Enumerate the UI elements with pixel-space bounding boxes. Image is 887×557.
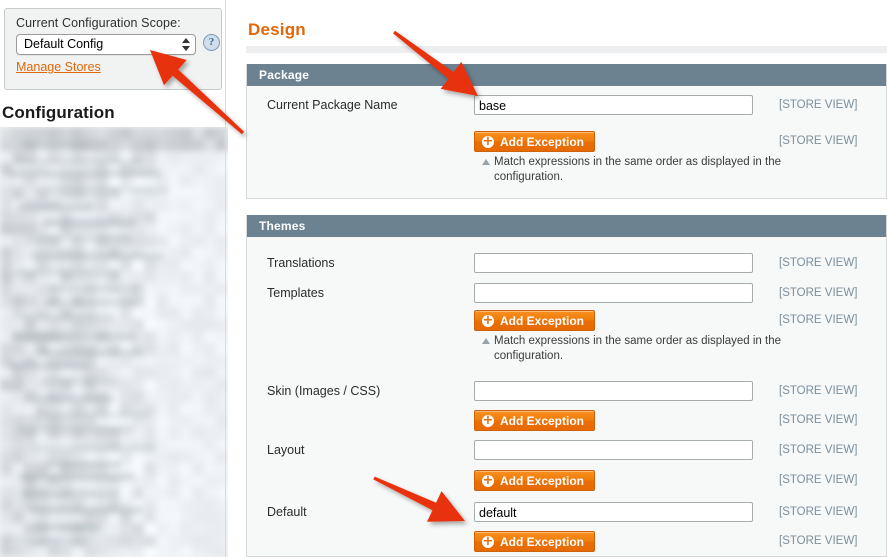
scope-indicator: [STORE VIEW] (779, 474, 858, 486)
column-divider (225, 0, 226, 557)
scope-indicator: [STORE VIEW] (779, 385, 858, 397)
page-title: Design (248, 20, 306, 39)
add-exception-button[interactable]: + Add Exception (474, 131, 596, 152)
add-exception-button[interactable]: + Add Exception (474, 310, 596, 331)
scope-indicator: [STORE VIEW] (779, 506, 858, 518)
scope-label: Current Configuration Scope: (16, 16, 181, 30)
collapse-triangle-icon (482, 159, 490, 165)
section-header-package: Package (247, 64, 886, 86)
scope-indicator: [STORE VIEW] (779, 135, 858, 147)
add-exception-label: Add Exception (500, 534, 585, 549)
field-label: Current Package Name (267, 98, 398, 112)
configuration-heading: Configuration (2, 103, 115, 122)
section-header-themes: Themes (247, 215, 886, 237)
add-exception-button[interactable]: + Add Exception (474, 470, 596, 491)
scope-select-wrapper[interactable]: Default Config (16, 34, 196, 55)
scope-indicator: [STORE VIEW] (779, 287, 858, 299)
scope-select-value: Default Config (24, 37, 104, 51)
collapse-triangle-icon (482, 338, 490, 344)
blurred-configuration-tree (0, 127, 228, 557)
add-exception-label: Add Exception (500, 473, 585, 488)
scope-indicator: [STORE VIEW] (779, 257, 858, 269)
input-templates[interactable] (474, 283, 753, 303)
field-label: Translations (267, 256, 335, 270)
add-exception-label: Add Exception (500, 134, 585, 149)
scope-indicator: [STORE VIEW] (779, 414, 858, 426)
input-default[interactable] (474, 502, 753, 522)
configuration-scope-select[interactable]: Default Config (16, 34, 196, 55)
input-translations[interactable] (474, 253, 753, 273)
input-current-package-name[interactable] (474, 95, 753, 115)
field-hint: Match expressions in the same order as d… (482, 155, 794, 185)
field-label: Layout (267, 443, 305, 457)
field-hint-text: Match expressions in the same order as d… (494, 335, 782, 362)
add-exception-label: Add Exception (500, 313, 585, 328)
add-exception-button[interactable]: + Add Exception (474, 410, 596, 431)
configuration-scope-panel: Current Configuration Scope: Default Con… (4, 8, 222, 90)
field-label: Default (267, 505, 307, 519)
main-content-column: Design Package Current Package Name [STORE… (246, 0, 887, 557)
plus-circle-icon: + (482, 412, 494, 428)
scope-indicator: [STORE VIEW] (779, 444, 858, 456)
stepper-arrows-icon[interactable] (181, 38, 190, 53)
scope-indicator: [STORE VIEW] (779, 99, 858, 111)
scope-indicator: [STORE VIEW] (779, 535, 858, 547)
left-sidebar-column: Current Configuration Scope: Default Con… (0, 0, 228, 557)
plus-circle-icon: + (482, 312, 494, 328)
field-label: Skin (Images / CSS) (267, 384, 381, 398)
field-hint-text: Match expressions in the same order as d… (494, 156, 782, 183)
field-hint: Match expressions in the same order as d… (482, 334, 794, 364)
input-layout[interactable] (474, 440, 753, 460)
add-exception-button[interactable]: + Add Exception (474, 531, 596, 552)
manage-stores-link[interactable]: Manage Stores (16, 60, 101, 74)
field-label: Templates (267, 286, 324, 300)
add-exception-label: Add Exception (500, 413, 585, 428)
plus-circle-icon: + (482, 133, 494, 149)
title-divider (246, 46, 887, 53)
plus-circle-icon: + (482, 533, 494, 549)
input-skin-images-css[interactable] (474, 381, 753, 401)
scope-indicator: [STORE VIEW] (779, 314, 858, 326)
help-icon[interactable]: ? (203, 34, 220, 51)
plus-circle-icon: + (482, 472, 494, 488)
